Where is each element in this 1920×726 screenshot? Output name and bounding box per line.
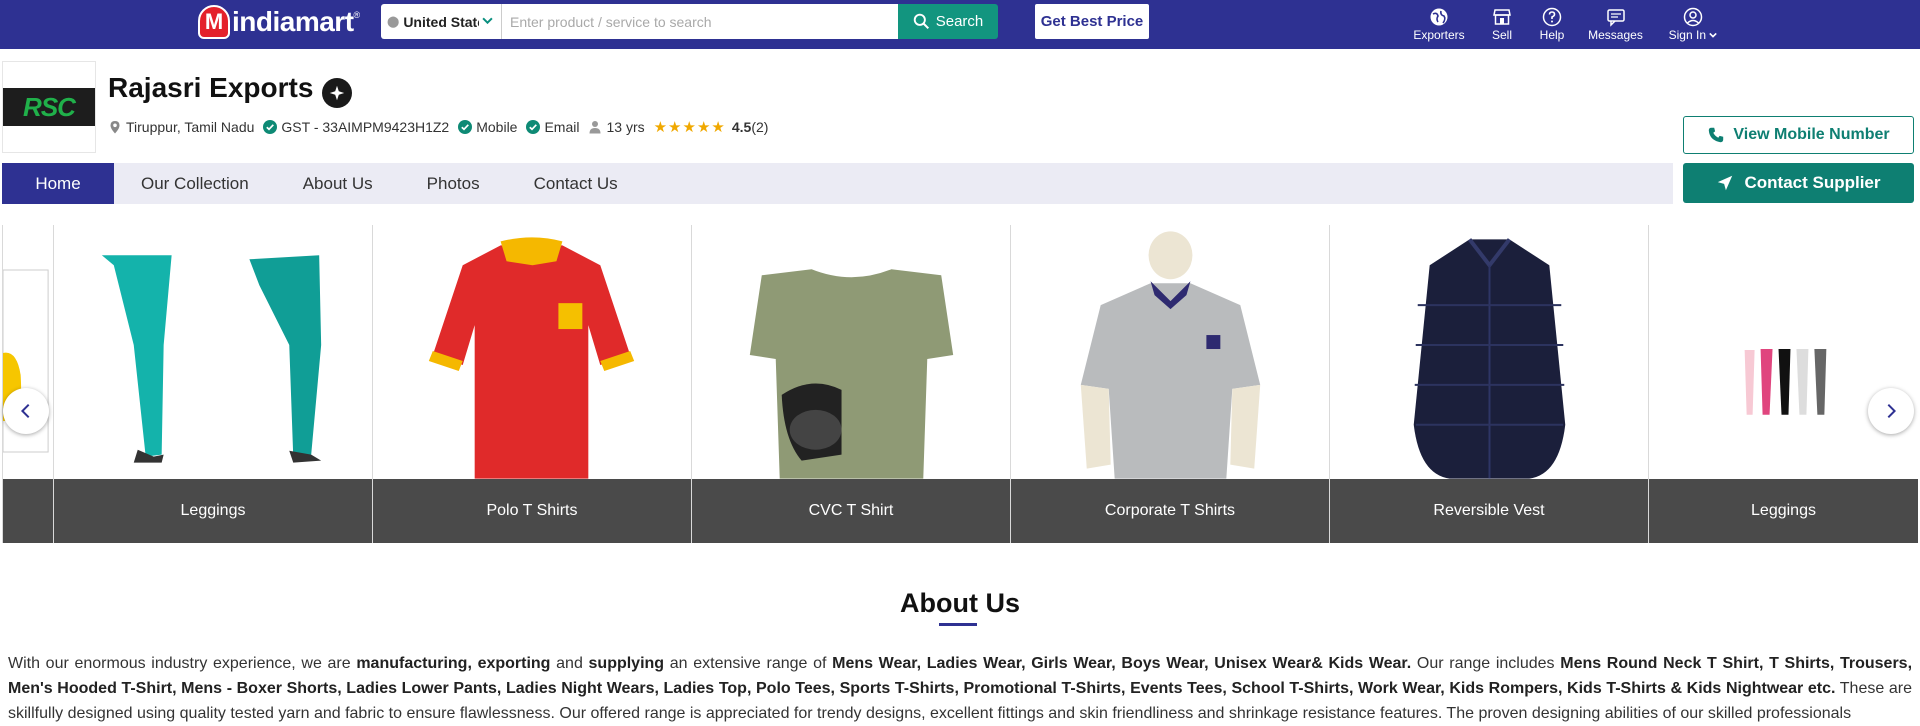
rating-value: 4.5 [731, 119, 752, 135]
carousel-card[interactable]: CVC T Shirt [691, 225, 1010, 543]
about-us-heading: About Us [900, 588, 1020, 618]
location-pin-icon: ⬤ [387, 16, 400, 28]
carousel-card[interactable]: Reversible Vest [1329, 225, 1648, 543]
carousel-card[interactable]: Leggings [1648, 225, 1918, 543]
search-input[interactable] [502, 4, 898, 39]
tab-photos[interactable]: Photos [400, 163, 507, 204]
logo-text: indiamart [232, 6, 354, 37]
gst-badge: GST - 33AIMPM9423H1Z2 [263, 119, 449, 135]
company-nav-tabs: Home Our Collection About Us Photos Cont… [2, 163, 1673, 204]
product-image-leggings [1744, 349, 1827, 415]
nav-help[interactable]: Help [1526, 0, 1578, 49]
top-bar: M indiamart ® ⬤ United States Search Get… [0, 0, 1920, 49]
help-icon [1542, 7, 1562, 27]
carousel-caption: CVC T Shirt [692, 479, 1010, 543]
carousel-caption: Corporate T Shirts [1011, 479, 1329, 543]
company-logo: RSC [2, 61, 96, 153]
verified-check-icon [263, 120, 278, 134]
about-us-text: With our enormous industry experience, w… [8, 655, 1913, 722]
company-logo-mark: RSC [3, 88, 95, 126]
tab-contact-us[interactable]: Contact Us [507, 163, 645, 204]
carousel-card[interactable]: Polo T Shirts [372, 225, 691, 543]
rating-stars: ★★★★★ [653, 119, 726, 136]
search-button[interactable]: Search [898, 4, 998, 39]
carousel-card[interactable]: Corporate T Shirts [1010, 225, 1329, 543]
header-nav: Exporters Sell Help Messages Sign In [1400, 0, 1733, 49]
chat-icon[interactable] [322, 78, 352, 108]
product-image-corporate-t-shirts [1080, 231, 1261, 479]
location: Tiruppur, Tamil Nadu [108, 119, 254, 135]
product-image-leggings [101, 255, 322, 463]
heading-underline [939, 623, 977, 626]
search-button-label: Search [935, 13, 984, 30]
store-icon [1493, 9, 1511, 25]
product-image-reversible-vest [1413, 238, 1566, 479]
years-in-business: 13 yrs [588, 119, 645, 135]
chevron-left-icon [20, 403, 30, 419]
send-icon [1718, 175, 1733, 191]
company-meta: Tiruppur, Tamil Nadu GST - 33AIMPM9423H1… [108, 118, 768, 136]
chevron-down-icon [482, 15, 493, 29]
rating-count[interactable]: (2) [751, 119, 768, 135]
carousel-caption: Leggings [1649, 479, 1918, 543]
messages-icon [1606, 9, 1625, 27]
verified-check-icon [526, 120, 541, 134]
product-image-polo-t-shirts [428, 237, 635, 479]
carousel-prev-button[interactable] [3, 388, 49, 434]
view-mobile-number-button[interactable]: View Mobile Number [1683, 116, 1914, 154]
country-select[interactable]: ⬤ United States [381, 4, 502, 39]
get-best-price-button[interactable]: Get Best Price [1035, 4, 1149, 39]
carousel-caption: Reversible Vest [1330, 479, 1648, 543]
person-icon [589, 121, 601, 134]
phone-icon [1709, 127, 1724, 143]
logo-mark-icon: M [198, 5, 230, 39]
carousel-next-button[interactable] [1868, 388, 1914, 434]
search-icon [913, 13, 929, 30]
tab-home[interactable]: Home [2, 163, 114, 204]
product-carousel: Leggings Polo T Shirts CVC T Shirt Corpo… [0, 225, 1920, 543]
carousel-card-partial[interactable] [2, 225, 53, 543]
nav-messages[interactable]: Messages [1578, 0, 1653, 49]
company-name: Rajasri Exports [108, 72, 314, 103]
chevron-down-icon [1709, 32, 1718, 38]
chevron-right-icon [1887, 403, 1897, 419]
carousel-caption: Polo T Shirts [373, 479, 691, 543]
verified-check-icon [458, 120, 473, 134]
user-icon [1683, 7, 1703, 27]
search-bar: ⬤ United States Search [381, 4, 998, 39]
mobile-badge: Mobile [458, 119, 517, 135]
tab-about-us[interactable]: About Us [276, 163, 400, 204]
nav-sell[interactable]: Sell [1478, 0, 1526, 49]
location-pin-icon [110, 121, 120, 134]
globe-icon [1430, 8, 1448, 26]
nav-exporters[interactable]: Exporters [1400, 0, 1478, 49]
tab-our-collection[interactable]: Our Collection [114, 163, 276, 204]
indiamart-logo[interactable]: M indiamart ® [198, 2, 360, 42]
country-value: United States [403, 13, 479, 30]
email-badge: Email [526, 119, 579, 135]
contact-supplier-button[interactable]: Contact Supplier [1683, 163, 1914, 203]
product-image [3, 269, 49, 453]
carousel-caption: Leggings [54, 479, 372, 543]
nav-sign-in[interactable]: Sign In [1653, 0, 1733, 49]
carousel-card[interactable]: Leggings [53, 225, 372, 543]
product-image-cvc-t-shirt [749, 269, 954, 479]
